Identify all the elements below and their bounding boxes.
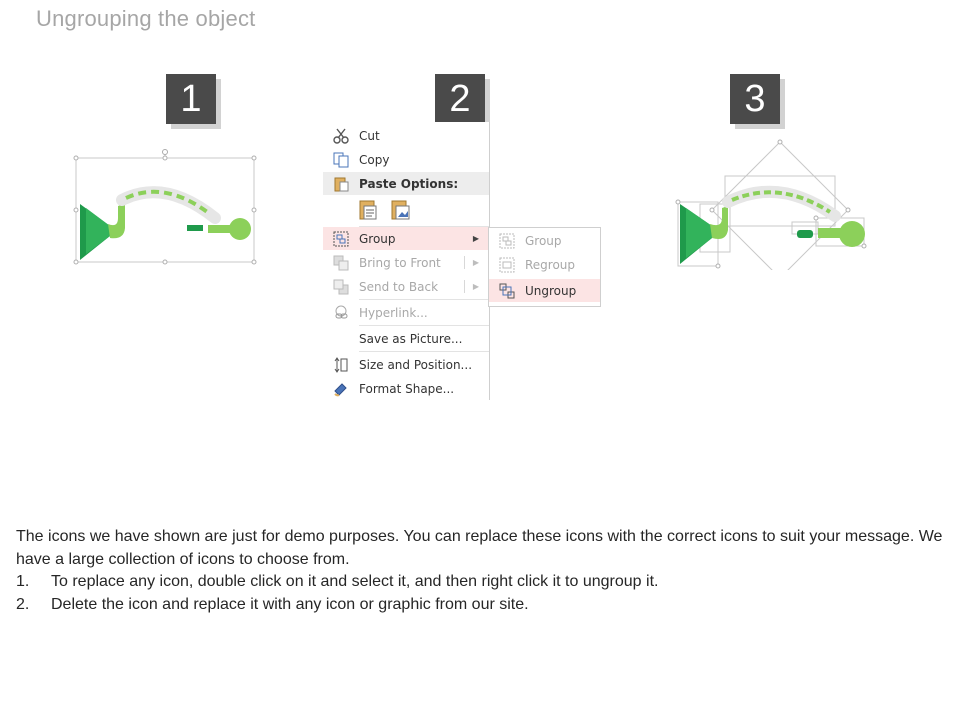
slide-title: Ungrouping the object — [36, 6, 256, 31]
menu-item-copy[interactable]: Copy — [323, 148, 489, 171]
menu-item-label: Copy — [359, 152, 390, 167]
menu-item-label: Hyperlink... — [359, 305, 428, 320]
menu-item-cut[interactable]: Cut — [323, 124, 489, 147]
hyperlink-icon — [323, 305, 359, 321]
menu-item-save-as-picture[interactable]: Save as Picture... — [323, 327, 489, 350]
send-to-back-icon — [323, 279, 359, 295]
ungroup-icon — [489, 283, 525, 299]
step-badge-2: 2 — [435, 74, 485, 124]
step-number: 2. — [16, 595, 30, 613]
menu-header-paste-options: Paste Options: — [323, 172, 489, 195]
paste-keep-text-icon[interactable] — [357, 198, 381, 222]
paste-icon — [323, 176, 359, 192]
submenu-item-ungroup[interactable]: Ungroup — [489, 279, 600, 302]
group-submenu: Group Regroup Ungroup — [488, 227, 601, 307]
description-step-2: 2. Delete the icon and replace it with a… — [16, 594, 946, 617]
menu-separator — [359, 325, 489, 326]
menu-item-label: Send to Back — [359, 279, 439, 294]
menu-item-send-to-back[interactable]: Send to Back ▶ — [323, 275, 489, 298]
menu-item-hyperlink[interactable]: Hyperlink... — [323, 301, 489, 324]
menu-item-label: Format Shape... — [359, 381, 455, 396]
split-separator — [464, 256, 465, 269]
menu-header-label: Paste Options: — [359, 176, 459, 191]
submenu-item-label: Ungroup — [525, 283, 577, 298]
group-icon — [489, 233, 525, 249]
scissors-icon — [323, 128, 359, 144]
split-separator — [464, 280, 465, 293]
submenu-arrow-icon: ▶ — [472, 282, 479, 291]
submenu-item-regroup[interactable]: Regroup — [489, 253, 600, 276]
step-badge-1: 1 — [166, 74, 216, 124]
grouped-object-graphic[interactable] — [70, 148, 260, 266]
menu-item-size-and-position[interactable]: Size and Position... — [323, 353, 489, 376]
menu-item-bring-to-front[interactable]: Bring to Front ▶ — [323, 251, 489, 274]
format-shape-icon — [323, 381, 359, 397]
menu-item-label: Save as Picture... — [359, 331, 463, 346]
submenu-item-group[interactable]: Group — [489, 229, 600, 252]
submenu-arrow-icon: ▶ — [472, 234, 479, 243]
menu-separator — [359, 299, 489, 300]
menu-item-label: Cut — [359, 128, 380, 143]
paste-options-row — [357, 198, 413, 222]
submenu-item-label: Regroup — [525, 257, 576, 272]
regroup-icon — [489, 257, 525, 273]
submenu-arrow-icon: ▶ — [472, 258, 479, 267]
description-block: The icons we have shown are just for dem… — [16, 526, 946, 616]
menu-separator — [359, 351, 489, 352]
submenu-item-label: Group — [525, 233, 562, 248]
description-intro: The icons we have shown are just for dem… — [16, 528, 943, 568]
ungrouped-object-graphic[interactable] — [670, 138, 870, 270]
paste-picture-icon[interactable] — [389, 198, 413, 222]
step-text: Delete the icon and replace it with any … — [51, 595, 529, 613]
step-badge-3: 3 — [730, 74, 780, 124]
description-step-1: 1. To replace any icon, double click on … — [16, 571, 946, 594]
step-text: To replace any icon, double click on it … — [51, 573, 659, 590]
menu-item-label: Size and Position... — [359, 357, 473, 372]
context-menu: Cut Copy Paste Options: Group ▶ Bring to… — [323, 122, 490, 400]
menu-item-label: Bring to Front — [359, 255, 441, 270]
menu-item-format-shape[interactable]: Format Shape... — [323, 377, 489, 400]
bring-to-front-icon — [323, 255, 359, 271]
group-icon — [323, 231, 359, 247]
size-position-icon — [323, 356, 359, 373]
menu-item-group[interactable]: Group ▶ — [323, 227, 489, 250]
menu-item-label: Group — [359, 231, 396, 246]
step-number: 1. — [16, 573, 30, 590]
copy-icon — [323, 152, 359, 168]
